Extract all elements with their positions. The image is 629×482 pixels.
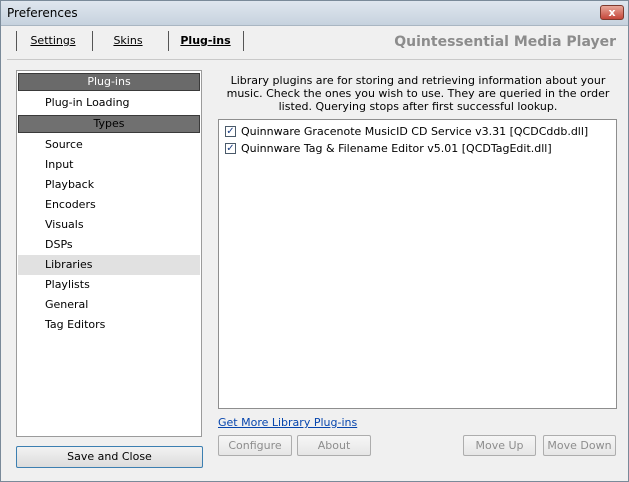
sidebar-item-dsps[interactable]: DSPs	[18, 235, 200, 255]
configure-button[interactable]: Configure	[218, 435, 292, 456]
tab-skins[interactable]: Skins	[93, 31, 163, 51]
sidebar-item-playback[interactable]: Playback	[18, 175, 200, 195]
plugin-label-gracenote: Quinnware Gracenote MusicID CD Service v…	[241, 125, 589, 138]
sidebar-item-libraries[interactable]: Libraries	[18, 255, 200, 275]
header-divider	[7, 59, 622, 60]
app-name: Quintessential Media Player	[394, 34, 616, 50]
library-description: Library plugins are for storing and retr…	[226, 74, 610, 113]
title-bar[interactable]: Preferences x	[1, 1, 628, 26]
get-more-plugins-link[interactable]: Get More Library Plug-ins	[218, 416, 357, 429]
group-header-plugins: Plug-ins	[18, 73, 200, 91]
sidebar-item-playlists[interactable]: Playlists	[18, 275, 200, 295]
plugin-checkbox-gracenote[interactable]: ✓	[225, 125, 236, 137]
move-down-button[interactable]: Move Down	[543, 435, 616, 456]
sidebar-item-general[interactable]: General	[18, 295, 200, 315]
sidebar-item-tag-editors[interactable]: Tag Editors	[18, 315, 200, 335]
plugin-label-tag-editor: Quinnware Tag & Filename Editor v5.01 [Q…	[241, 142, 552, 155]
sidebar-item-encoders[interactable]: Encoders	[18, 195, 200, 215]
sidebar-item-visuals[interactable]: Visuals	[18, 215, 200, 235]
tab-separator	[243, 31, 244, 51]
about-button[interactable]: About	[297, 435, 371, 456]
plugin-checkbox-tag-editor[interactable]: ✓	[225, 142, 236, 154]
sidebar-item-source[interactable]: Source	[18, 135, 200, 155]
close-button[interactable]: x	[600, 5, 624, 20]
tab-plug-ins[interactable]: Plug-ins	[169, 31, 242, 51]
sidebar-item-input[interactable]: Input	[18, 155, 200, 175]
sidebar-item-plugin-loading[interactable]: Plug-in Loading	[18, 93, 200, 113]
tab-bar: Settings Skins Plug-ins Quintessential M…	[1, 27, 628, 55]
save-and-close-button[interactable]: Save and Close	[16, 446, 203, 468]
group-header-types: Types	[18, 115, 200, 133]
plugin-row[interactable]: ✓ Quinnware Gracenote MusicID CD Service …	[225, 124, 588, 140]
preferences-window: Preferences x Settings Skins Plug-ins Qu…	[0, 0, 629, 482]
plugin-list[interactable]: ✓ Quinnware Gracenote MusicID CD Service …	[218, 119, 617, 409]
tab-settings[interactable]: Settings	[17, 31, 89, 51]
window-title: Preferences	[7, 6, 78, 20]
move-up-button[interactable]: Move Up	[463, 435, 536, 456]
plugin-row[interactable]: ✓ Quinnware Tag & Filename Editor v5.01 […	[225, 141, 552, 157]
category-list: Plug-ins Plug-in Loading Types Source In…	[16, 70, 202, 437]
